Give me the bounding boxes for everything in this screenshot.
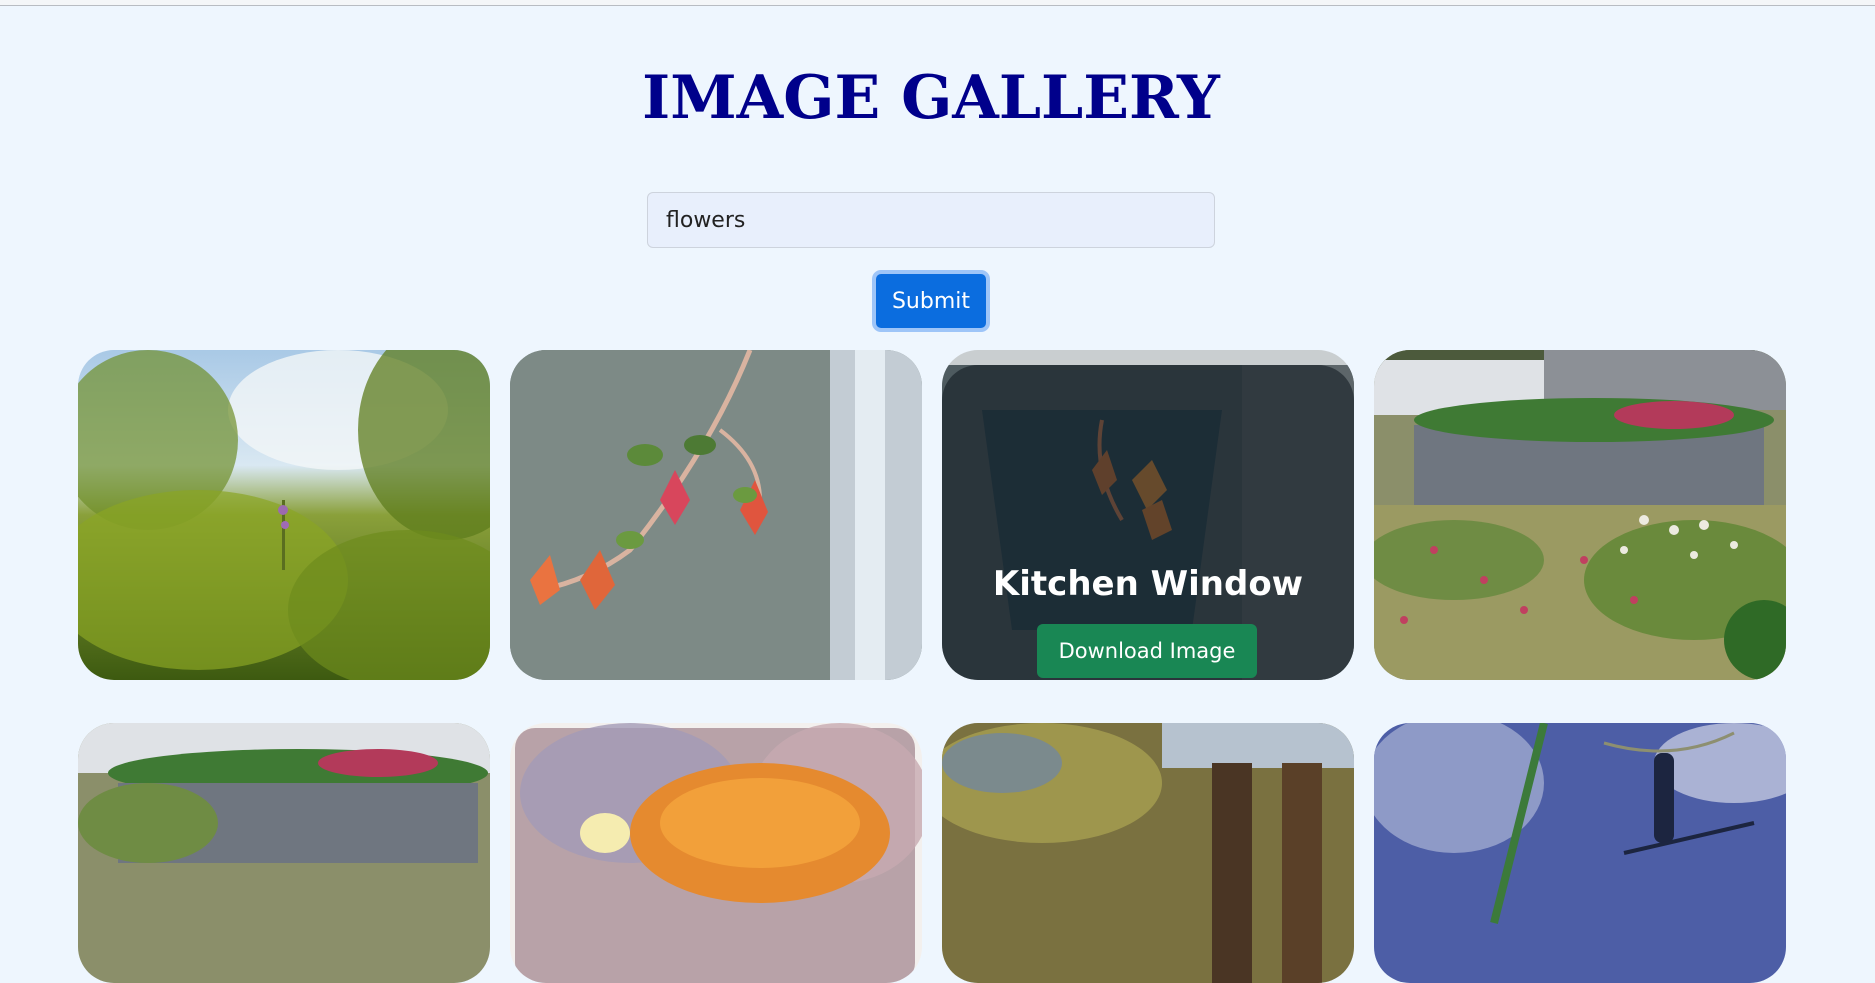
gallery-image-water-reflection[interactable] xyxy=(942,723,1354,983)
gallery-image-garden-wall-2[interactable] xyxy=(78,723,490,983)
download-image-button[interactable]: Download Image xyxy=(1037,624,1257,678)
succulent-flower-image xyxy=(510,350,922,680)
submit-button[interactable]: Submit xyxy=(872,270,990,332)
meadow-image xyxy=(78,350,490,680)
garden-wall-2-image xyxy=(78,723,490,983)
orange-gerbera-image xyxy=(510,723,922,983)
page-title: IMAGE GALLERY xyxy=(642,63,1220,133)
dragonfly-image xyxy=(1374,723,1786,983)
gallery-image-garden-wall[interactable] xyxy=(1374,350,1786,680)
search-input[interactable] xyxy=(647,192,1215,248)
water-reflection-image xyxy=(942,723,1354,983)
gallery-card-kitchen-window[interactable]: Kitchen Window Download Image xyxy=(942,350,1354,680)
garden-wall-image xyxy=(1374,350,1786,680)
card-title: Kitchen Window xyxy=(992,564,1304,604)
gallery-image-succulent-flower[interactable] xyxy=(510,350,922,680)
gallery-image-dragonfly[interactable] xyxy=(1374,723,1786,983)
gallery-image-orange-gerbera[interactable] xyxy=(510,723,922,983)
browser-top-border xyxy=(0,0,1875,6)
gallery-image-meadow[interactable] xyxy=(78,350,490,680)
